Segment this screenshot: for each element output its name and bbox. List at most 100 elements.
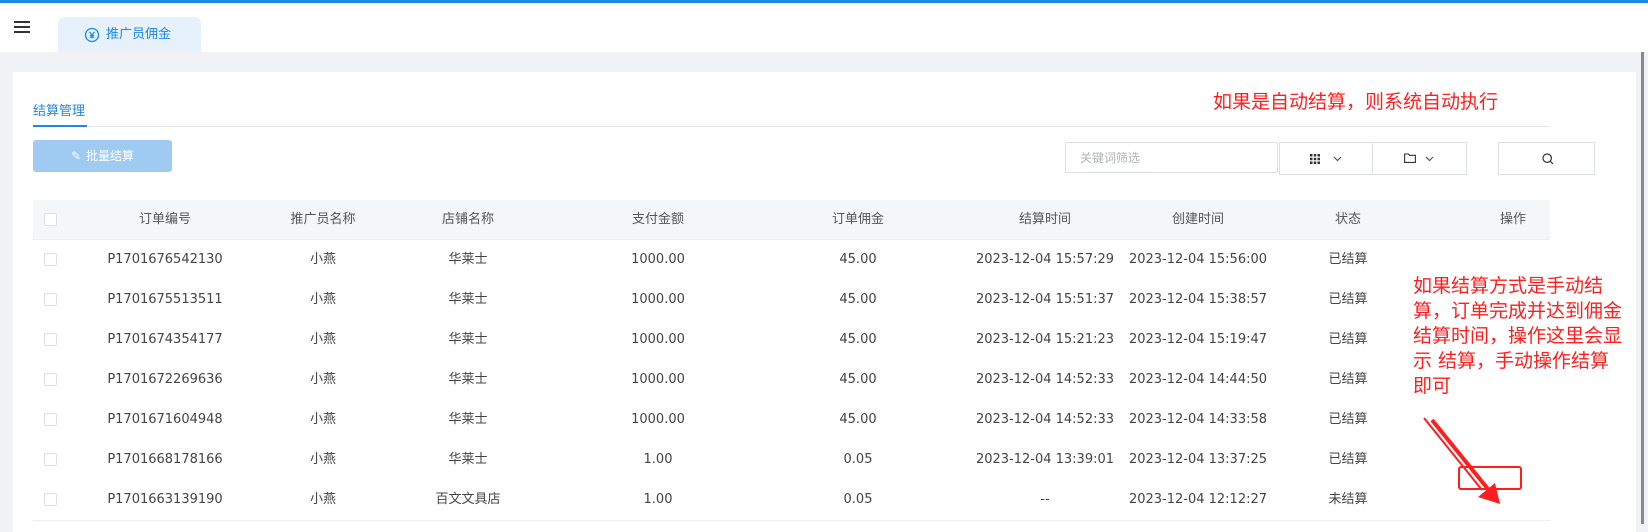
cell-commission: 45.00: [839, 292, 877, 307]
tab-label: 推广员佣金: [106, 27, 172, 42]
table-row: P1701672269636 小燕 华莱士 1000.00 45.00 2023-12-0…: [33, 360, 1550, 401]
cell-order-no: P1701674354177: [107, 332, 223, 347]
chevron-down-icon: [1425, 156, 1434, 162]
cell-create-time: 2023-12-04 12:12:27: [1128, 492, 1268, 507]
cell-actions[interactable]: [1473, 400, 1553, 440]
cell-payment: 1.00: [643, 492, 673, 507]
header: 推广员佣金: [0, 3, 1648, 52]
cell-status: 已结算: [1328, 452, 1368, 467]
cell-status: 已结算: [1328, 332, 1368, 347]
folder-icon: [1404, 153, 1416, 163]
cell-payment: 1000.00: [631, 372, 685, 387]
cell-create-time: 2023-12-04 14:33:58: [1128, 412, 1268, 427]
cell-order-no: P1701668178166: [107, 452, 223, 467]
cell-create-time: 2023-12-04 15:56:00: [1128, 252, 1268, 267]
column-header-status: 状态: [1334, 212, 1361, 227]
row-checkbox[interactable]: [44, 413, 57, 426]
grid-icon: [1310, 154, 1320, 164]
cell-status: 已结算: [1328, 372, 1368, 387]
cell-settle-time: 2023-12-04 14:52:33: [975, 412, 1115, 427]
columns-button[interactable]: [1279, 142, 1373, 175]
cell-settle-time: --: [1040, 492, 1050, 507]
cell-store: 华莱士: [448, 332, 488, 347]
cell-status: 已结算: [1328, 292, 1368, 307]
column-header-create-time: 创建时间: [1171, 212, 1224, 227]
cell-settle-time: 2023-12-04 15:21:23: [975, 332, 1115, 347]
cell-order-no: P1701663139190: [107, 492, 223, 507]
cell-status: 已结算: [1328, 412, 1368, 427]
search-icon: [1542, 153, 1554, 165]
pencil-icon: ✎: [70, 149, 82, 163]
cell-promoter: 小燕: [309, 252, 336, 267]
cell-commission: 45.00: [839, 332, 877, 347]
search-button[interactable]: [1498, 142, 1595, 175]
cell-status: 未结算: [1328, 492, 1368, 507]
cell-promoter: 小燕: [309, 412, 336, 427]
cell-store: 华莱士: [448, 412, 488, 427]
cell-promoter: 小燕: [309, 492, 336, 507]
main-card: 结算管理 如果是自动结算，则系统自动执行 ✎批量结算 订单编号 推广: [13, 72, 1636, 532]
cell-payment: 1000.00: [631, 252, 685, 267]
table-row: P1701674354177 小燕 华莱士 1000.00 45.00 2023-12-0…: [33, 320, 1550, 361]
chevron-down-icon: [1333, 156, 1342, 162]
select-all-checkbox[interactable]: [44, 213, 57, 226]
hamburger-icon[interactable]: [14, 21, 30, 33]
keyword-filter-input[interactable]: [1065, 142, 1278, 173]
cell-settle-time: 2023-12-04 15:51:37: [975, 292, 1115, 307]
annotation-manual-settlement: 如果结算方式是手动结算，订单完成并达到佣金结算时间，操作这里会显示 结算，手动操…: [1413, 275, 1623, 397]
row-checkbox[interactable]: [44, 453, 57, 466]
active-tab-underline: [33, 125, 87, 127]
cell-create-time: 2023-12-04 14:44:50: [1128, 372, 1268, 387]
column-header-promoter: 推广员名称: [290, 212, 356, 227]
cell-create-time: 2023-12-04 15:19:47: [1128, 332, 1268, 347]
table-row: P1701675513511 小燕 华莱士 1000.00 45.00 2023-12-0…: [33, 280, 1550, 321]
cell-store: 华莱士: [448, 252, 488, 267]
cell-payment: 1000.00: [631, 292, 685, 307]
tab-promoter-commission[interactable]: 推广员佣金: [58, 17, 201, 52]
cell-settle-time: 2023-12-04 14:52:33: [975, 372, 1115, 387]
cell-commission: 45.00: [839, 412, 877, 427]
cell-payment: 1000.00: [631, 412, 685, 427]
table-row: P1701668178166 小燕 华莱士 1.00 0.05 2023-12-04 13…: [33, 440, 1550, 481]
cell-store: 华莱士: [448, 372, 488, 387]
cell-order-no: P1701671604948: [107, 412, 223, 427]
cell-order-no: P1701675513511: [107, 292, 223, 307]
batch-settle-button[interactable]: ✎ 批量结算: [33, 140, 172, 172]
table-row: P1701671604948 小燕 华莱士 1000.00 45.00 2023-12-0…: [33, 400, 1550, 441]
export-button[interactable]: [1372, 142, 1467, 175]
column-header-payment: 支付金额: [631, 212, 684, 227]
row-checkbox[interactable]: [44, 373, 57, 386]
row-checkbox[interactable]: [44, 493, 57, 506]
cell-commission: 45.00: [839, 252, 877, 267]
row-checkbox[interactable]: [44, 333, 57, 346]
cell-settle-time: 2023-12-04 13:39:01: [975, 452, 1115, 467]
annotation-auto-settlement: 如果是自动结算，则系统自动执行: [1213, 91, 1499, 113]
cell-payment: 1.00: [643, 452, 673, 467]
cell-status: 已结算: [1328, 252, 1368, 267]
table-row: P1701676542130 小燕 华莱士 1000.00 45.00 2023-12-0…: [33, 240, 1550, 281]
cell-order-no: P1701672269636: [107, 372, 223, 387]
cell-settle-time: 2023-12-04 15:57:29: [975, 252, 1115, 267]
column-header-order-no: 订单编号: [138, 212, 191, 227]
cell-order-no: P1701676542130: [107, 252, 223, 267]
column-header-actions: 操作: [1499, 212, 1526, 227]
cell-commission: 0.05: [843, 492, 873, 507]
cell-promoter: 小燕: [309, 292, 336, 307]
cell-store: 华莱士: [448, 452, 488, 467]
cell-commission: 0.05: [843, 452, 873, 467]
batch-settle-label: 批量结算: [86, 149, 135, 163]
window-scrollbar-edge: [1641, 52, 1644, 524]
table-header: 订单编号 推广员名称 店铺名称 支付金额 订单佣金 结算时间 创建时间 状态 操…: [33, 200, 1550, 240]
row-checkbox[interactable]: [44, 293, 57, 306]
cell-store: 华莱士: [448, 292, 488, 307]
cell-promoter: 小燕: [309, 452, 336, 467]
column-header-commission: 订单佣金: [831, 212, 884, 227]
cell-promoter: 小燕: [309, 372, 336, 387]
tab-settlement-management[interactable]: 结算管理: [33, 100, 85, 119]
yuan-coin-icon: [84, 27, 100, 43]
cell-promoter: 小燕: [309, 332, 336, 347]
tab-divider: [33, 126, 1550, 127]
column-header-settle-time: 结算时间: [1018, 212, 1071, 227]
row-checkbox[interactable]: [44, 253, 57, 266]
cell-store: 百文文具店: [435, 492, 501, 507]
